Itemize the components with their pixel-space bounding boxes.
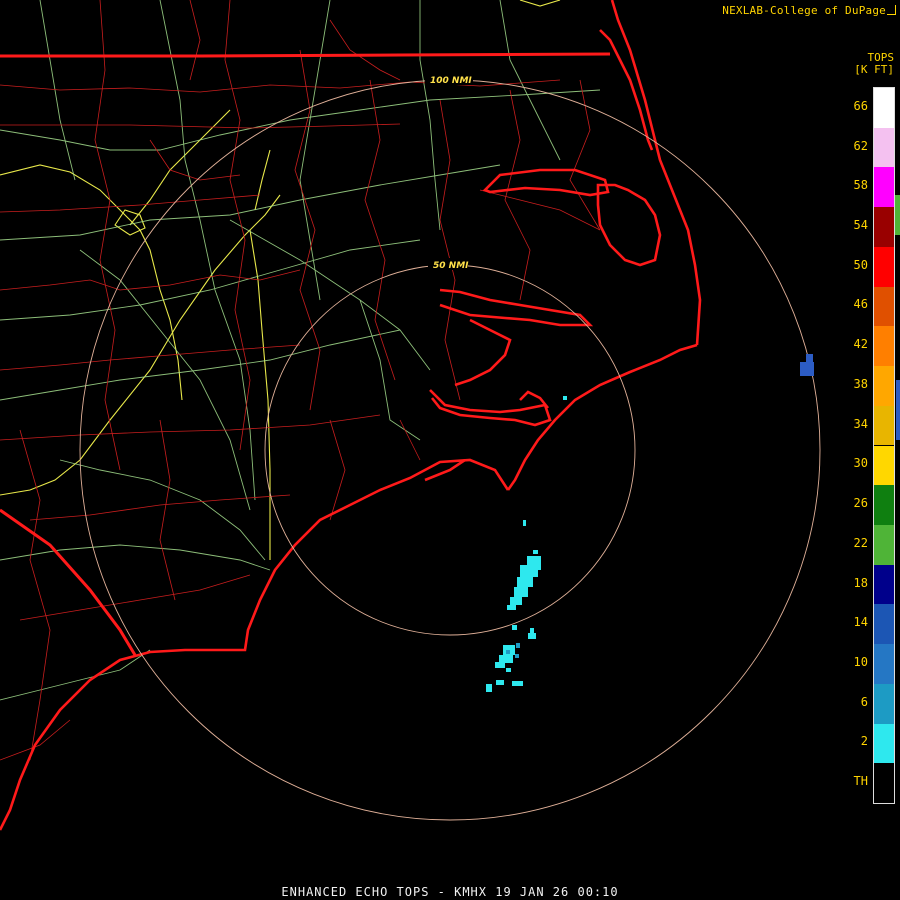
legend-swatch — [874, 127, 894, 168]
legend-swatch — [874, 405, 894, 446]
legend-swatch — [874, 485, 894, 525]
range-ring-50nmi — [264, 264, 636, 636]
legend-swatch — [874, 763, 894, 803]
legend-swatch — [874, 723, 894, 764]
color-legend-bar — [873, 87, 895, 804]
legend-swatch — [874, 366, 894, 406]
legend-swatch — [874, 207, 894, 247]
legend-swatch — [874, 445, 894, 486]
product-footer: ENHANCED ECHO TOPS - KMHX 19 JAN 26 00:1… — [281, 885, 619, 899]
legend-swatch — [874, 326, 894, 367]
credit-label: NEXLAB-College of DuPage — [722, 4, 886, 17]
legend-swatch — [874, 524, 894, 565]
legend-swatch — [874, 564, 894, 605]
legend-swatch — [874, 167, 894, 208]
radar-map: 50 NMI 100 NMI — [0, 0, 900, 831]
legend-label: 38 — [853, 376, 868, 391]
legend-swatch — [874, 604, 894, 645]
legend-label: 58 — [853, 178, 868, 193]
legend-label: 54 — [853, 218, 868, 233]
legend-label: TH — [853, 774, 868, 789]
range-ring-100nmi — [79, 79, 821, 821]
legend-title: TOPS [K FT] — [854, 52, 894, 76]
logo-icon — [887, 5, 896, 15]
legend-label: 50 — [853, 257, 868, 272]
legend-label: 42 — [853, 337, 868, 352]
highways — [0, 0, 601, 701]
legend-label: 2 — [860, 734, 868, 749]
legend-swatch — [874, 286, 894, 327]
coastline — [0, 0, 702, 831]
legend-label: 66 — [853, 98, 868, 113]
legend-label: 10 — [853, 654, 868, 669]
legend-label: 14 — [853, 615, 868, 630]
interstate-highways — [0, 0, 561, 560]
legend-label: 26 — [853, 496, 868, 511]
legend-label: 30 — [853, 456, 868, 471]
legend-label: 34 — [853, 416, 868, 431]
legend-swatch — [874, 246, 894, 287]
legend-swatch — [874, 644, 894, 684]
legend-swatch — [874, 88, 894, 128]
ring-label-50nmi: 50 NMI — [433, 261, 469, 271]
range-rings — [79, 79, 821, 821]
legend-label: 22 — [853, 535, 868, 550]
ring-label-100nmi: 100 NMI — [430, 76, 472, 86]
credit-text: NEXLAB-College of DuPage — [722, 4, 896, 17]
legend-swatch — [874, 683, 894, 724]
legend-label: 6 — [860, 694, 868, 709]
legend-title-line2: [K FT] — [854, 63, 894, 76]
legend-label: 46 — [853, 297, 868, 312]
legend-label: 62 — [853, 138, 868, 153]
ring-labels: 50 NMI 100 NMI — [425, 73, 473, 271]
legend-label: 18 — [853, 575, 868, 590]
